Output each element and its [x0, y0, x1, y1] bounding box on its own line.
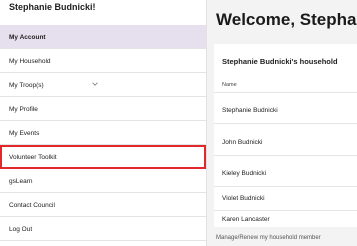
- divider: [214, 92, 357, 93]
- menu-item-label: gsLearn: [9, 177, 33, 185]
- member-name: Violet Budnicki: [222, 195, 265, 202]
- menu-item-label: My Household: [9, 57, 51, 65]
- main-content: Welcome, Stepha Stephanie Budnicki's hou…: [206, 0, 357, 246]
- manage-household-link[interactable]: Manage/Renew my household member: [216, 235, 321, 241]
- divider: [214, 123, 357, 124]
- member-name: John Budnicki: [222, 139, 263, 146]
- divider: [214, 155, 357, 156]
- menu-item-label: My Events: [9, 129, 40, 137]
- menu-item-label: My Account: [9, 33, 46, 41]
- divider: [214, 186, 357, 187]
- user-name: Stephanie Budnicki!: [9, 2, 96, 12]
- menu-item-my-troops[interactable]: My Troop(s): [0, 73, 206, 97]
- menu-item-label: Log Out: [9, 225, 33, 233]
- member-name: Kieley Budnicki: [222, 170, 267, 177]
- menu-item-label: Volunteer Toolkit: [9, 153, 57, 161]
- menu-item-volunteer-toolkit[interactable]: Volunteer Toolkit: [0, 145, 206, 169]
- menu-item-label: My Troop(s): [9, 81, 44, 89]
- member-name: Stephanie Budnicki: [222, 107, 278, 114]
- menu-item-gslearn[interactable]: gsLearn: [0, 169, 206, 193]
- menu-item-my-events[interactable]: My Events: [0, 121, 206, 145]
- sidebar: Stephanie Budnicki! My Account My Househ…: [0, 0, 207, 246]
- household-title: Stephanie Budnicki's household: [222, 57, 338, 66]
- member-name: Karen Lancaster: [222, 216, 270, 223]
- household-card: Stephanie Budnicki's household Name Step…: [214, 44, 357, 227]
- chevron-down-icon[interactable]: [92, 81, 98, 87]
- column-header-name: Name: [222, 82, 237, 88]
- menu-item-my-household[interactable]: My Household: [0, 49, 206, 73]
- divider: [214, 210, 357, 211]
- menu-item-my-profile[interactable]: My Profile: [0, 97, 206, 121]
- page-title: Welcome, Stepha: [216, 10, 357, 29]
- account-menu: My Account My Household My Troop(s) My P…: [0, 25, 206, 241]
- menu-item-label: My Profile: [9, 105, 38, 113]
- menu-item-my-account[interactable]: My Account: [0, 25, 206, 49]
- menu-item-log-out[interactable]: Log Out: [0, 217, 206, 241]
- menu-item-contact-council[interactable]: Contact Council: [0, 193, 206, 217]
- menu-item-label: Contact Council: [9, 201, 55, 209]
